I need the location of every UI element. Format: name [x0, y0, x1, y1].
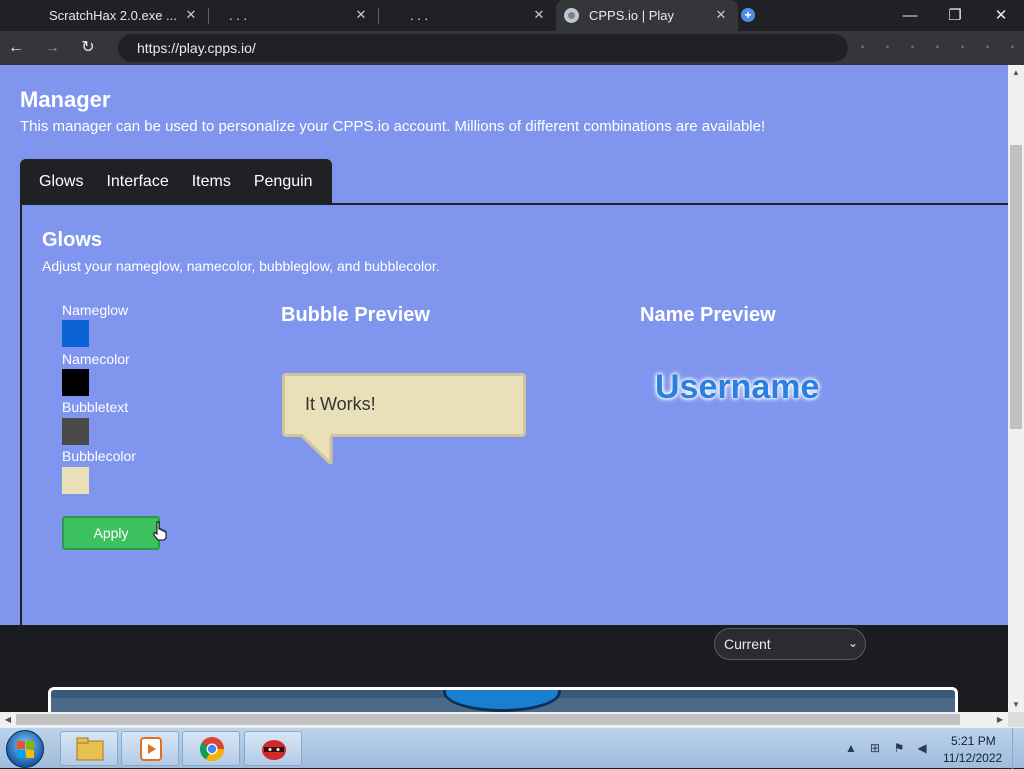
page-description: This manager can be used to personalize … [20, 118, 766, 135]
select-value: Current [724, 636, 771, 652]
toolbar-extension-icons: ▪ ▪ ▪ ▪ ▪ ▪ ▪ [857, 42, 1018, 53]
tab-separator [378, 8, 379, 24]
extension-icon[interactable]: ▪ [1007, 42, 1018, 53]
bubble-preview-title: Bubble Preview [281, 304, 430, 326]
back-icon[interactable]: ← [4, 36, 28, 60]
clock-date[interactable]: 11/12/2022 [943, 751, 1002, 765]
vertical-scrollbar[interactable]: ▲ ▼ [1008, 65, 1024, 713]
tab-interface[interactable]: Interface [106, 173, 168, 191]
windows-logo-icon [17, 741, 34, 758]
apply-button[interactable]: Apply [62, 516, 160, 550]
forward-icon[interactable]: → [40, 36, 64, 60]
tab-title: ScratchHax 2.0.exe ... [49, 8, 177, 23]
manager-tabs: Glows Interface Items Penguin [20, 159, 332, 204]
taskbar: ▲ ⊞ ⚑ ◀ 5:21 PM 11/12/2022 [0, 727, 1024, 769]
scrollbar-corner [1008, 712, 1024, 727]
bubble-text: It Works! [305, 394, 376, 414]
chevron-down-icon: ⌄ [847, 636, 858, 650]
bubblecolor-label: Bubblecolor [62, 448, 136, 464]
cpps-favicon-icon [564, 8, 579, 23]
horizontal-scrollbar[interactable]: ◀ ▶ [0, 712, 1008, 727]
minimize-button[interactable]: — [887, 0, 933, 31]
speech-bubble-preview: It Works! [282, 373, 526, 437]
taskbar-explorer-button[interactable] [60, 731, 118, 766]
section-description-glows: Adjust your nameglow, namecolor, bubbleg… [42, 258, 440, 274]
media-player-icon [140, 737, 162, 761]
page-viewport: Manager This manager can be used to pers… [0, 65, 1008, 713]
close-window-button[interactable]: ✕ [978, 0, 1024, 31]
extension-icon[interactable]: ▪ [907, 42, 918, 53]
browser-tab-active[interactable]: CPPS.io | Play ✕ [556, 0, 738, 31]
speech-bubble-tail [300, 434, 333, 464]
restore-button[interactable]: ❐ [932, 0, 978, 31]
page-title: Manager [20, 87, 111, 112]
tab-close-icon[interactable]: ✕ [354, 8, 368, 22]
tab-penguin[interactable]: Penguin [254, 173, 313, 191]
scroll-left-icon[interactable]: ◀ [0, 712, 16, 727]
extension-icon[interactable]: ▪ [957, 42, 968, 53]
scroll-down-icon[interactable]: ▼ [1008, 697, 1024, 713]
tab-title: . . . [410, 8, 429, 23]
tab-close-icon[interactable]: ✕ [714, 8, 728, 22]
network-icon[interactable]: ⊞ [868, 741, 882, 755]
current-select[interactable]: Current ⌄ [714, 628, 866, 660]
scroll-right-icon[interactable]: ▶ [992, 712, 1008, 727]
start-button[interactable] [6, 730, 44, 768]
red-ninja-icon [262, 740, 286, 760]
extension-icon[interactable]: ▪ [857, 42, 868, 53]
folder-icon [76, 737, 104, 761]
section-title-glows: Glows [42, 229, 103, 251]
tab-glows[interactable]: Glows [39, 173, 83, 191]
address-url[interactable]: https://play.cpps.io/ [137, 40, 256, 56]
browser-toolbar: ← → ↻ https://play.cpps.io/ ▪ ▪ ▪ ▪ ▪ ▪ … [0, 31, 1024, 65]
horizontal-scroll-thumb[interactable] [16, 714, 960, 725]
extension-icon[interactable]: ▪ [882, 42, 893, 53]
vertical-scroll-thumb[interactable] [1010, 145, 1022, 429]
taskbar-media-button[interactable] [121, 731, 179, 766]
taskbar-chrome-button[interactable] [182, 731, 240, 766]
taskbar-game-button[interactable] [244, 731, 302, 766]
tab-strip: ScratchHax 2.0.exe ... ✕ . . . ✕ . . . ✕… [0, 0, 1024, 31]
nameglow-color-swatch[interactable] [62, 320, 89, 347]
chrome-icon [200, 737, 224, 762]
username-preview: Username [655, 368, 820, 406]
namecolor-label: Namecolor [62, 351, 130, 367]
extension-icon[interactable]: ▪ [982, 42, 993, 53]
clock-time[interactable]: 5:21 PM [951, 734, 996, 748]
up-arrow-icon[interactable]: ▲ [844, 741, 858, 755]
volume-icon[interactable]: ◀ [915, 741, 929, 755]
scroll-up-icon[interactable]: ▲ [1008, 65, 1024, 81]
address-bar[interactable]: https://play.cpps.io/ [118, 34, 848, 62]
extension-icon[interactable]: ▪ [932, 42, 943, 53]
game-frame[interactable] [48, 687, 958, 713]
bubblecolor-color-swatch[interactable] [62, 467, 89, 494]
tab-title: . . . [229, 8, 248, 23]
tab-items[interactable]: Items [192, 173, 231, 191]
browser-tab[interactable]: . . . ✕ [208, 0, 378, 31]
tab-close-icon[interactable]: ✕ [532, 8, 546, 22]
namecolor-color-swatch[interactable] [62, 369, 89, 396]
show-desktop-button[interactable] [1012, 728, 1024, 769]
name-preview-title: Name Preview [640, 304, 776, 326]
new-tab-icon[interactable]: + [741, 8, 755, 22]
reload-icon[interactable]: ↻ [76, 36, 100, 60]
bubbletext-label: Bubbletext [62, 399, 129, 415]
hand-cursor-icon [153, 521, 167, 541]
flag-icon[interactable]: ⚑ [892, 741, 906, 755]
browser-tab[interactable]: ScratchHax 2.0.exe ... ✕ [38, 0, 208, 31]
browser-tab[interactable]: . . . ✕ [380, 0, 556, 31]
tab-close-icon[interactable]: ✕ [184, 8, 198, 22]
tab-title: CPPS.io | Play [589, 8, 675, 23]
nameglow-label: Nameglow [62, 302, 129, 318]
bubbletext-color-swatch[interactable] [62, 418, 89, 445]
